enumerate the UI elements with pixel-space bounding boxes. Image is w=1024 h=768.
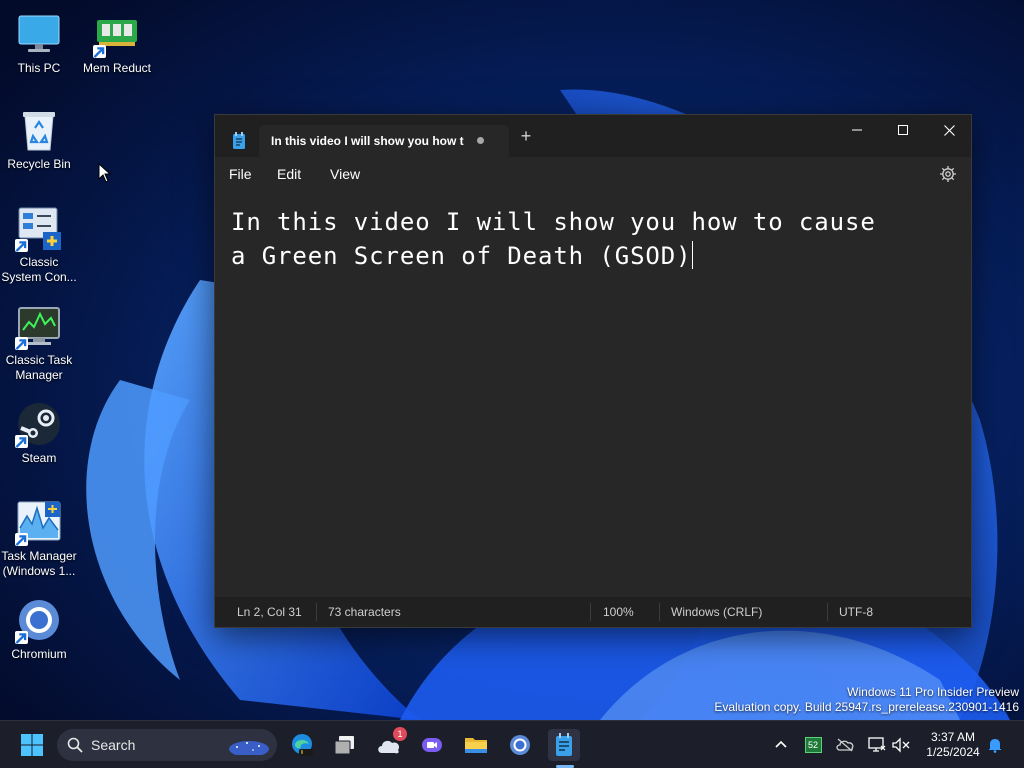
line-ending[interactable]: Windows (CRLF) — [671, 605, 762, 619]
folder-icon — [465, 738, 487, 753]
editor-line-with-caret: a Green Screen of Death (GSOD) — [231, 239, 955, 273]
desktop-icon-label: Classic System Con... — [1, 255, 77, 284]
text-editor[interactable]: In this video I will show you how to cau… — [215, 191, 971, 597]
tray-monitor-app[interactable]: 52 — [804, 736, 822, 754]
menu-bar: File Edit View — [215, 157, 971, 191]
shortcut-arrow-icon — [15, 239, 28, 252]
desktop-icon-mem-reduct[interactable]: Mem Reduct — [78, 10, 156, 76]
taskbar: Search 1 52 3:37 AM 1/25/2024 — [0, 720, 1024, 768]
shortcut-arrow-icon — [93, 45, 106, 58]
close-button[interactable] — [926, 115, 972, 145]
desktop-icon-label: Recycle Bin — [7, 157, 71, 171]
gear-icon[interactable] — [939, 165, 957, 183]
cloud-offline-icon — [836, 738, 854, 752]
encoding[interactable]: UTF-8 — [839, 605, 873, 619]
search-highlight-icon — [229, 741, 269, 755]
search-label: Search — [91, 737, 136, 753]
taskbar-search[interactable]: Search — [57, 729, 277, 761]
tray-onedrive[interactable] — [836, 736, 854, 754]
desktop-icon-task-manager-windows[interactable]: Task Manager (Windows 1... — [0, 498, 78, 579]
notepad-app-icon — [556, 733, 572, 756]
shortcut-arrow-icon — [15, 631, 28, 644]
desktop-icon-label: Classic Task Manager — [5, 353, 73, 382]
character-count: 73 characters — [328, 605, 401, 619]
status-divider — [827, 603, 828, 621]
taskbar-clock[interactable]: 3:37 AM 1/25/2024 — [918, 730, 988, 760]
mouse-cursor-icon — [98, 163, 112, 183]
desktop-icon-chromium[interactable]: Chromium — [0, 596, 78, 662]
monitor-icon — [18, 15, 60, 52]
desktop-icon-this-pc[interactable]: This PC — [0, 10, 78, 76]
status-bar: Ln 2, Col 31 73 characters 100% Windows … — [215, 597, 971, 627]
recycle-bin-icon — [23, 112, 55, 151]
tray-volume[interactable] — [892, 736, 910, 754]
shortcut-arrow-icon — [15, 337, 28, 350]
evaluation-watermark: Windows 11 Pro Insider Preview Evaluatio… — [714, 685, 1019, 715]
editor-line: a Green Screen of Death (GSOD) — [231, 242, 692, 270]
search-icon — [67, 737, 83, 753]
zoom-level[interactable]: 100% — [603, 605, 634, 619]
taskbar-weather[interactable]: 1 — [373, 727, 407, 761]
taskbar-file-explorer[interactable] — [460, 729, 492, 761]
notification-center-button[interactable] — [986, 736, 1004, 754]
clock-date: 1/25/2024 — [926, 745, 980, 759]
desktop-icon-label: Task Manager (Windows 1... — [1, 549, 77, 578]
desktop-icon-classic-system-control[interactable]: Classic System Con... — [0, 204, 78, 285]
tray-badge-icon: 52 — [804, 737, 822, 753]
taskbar-notepad[interactable] — [548, 729, 580, 761]
new-tab-button[interactable]: + — [517, 127, 535, 145]
tray-network[interactable] — [868, 736, 886, 754]
windows-logo-icon — [21, 734, 43, 756]
task-view-icon — [334, 736, 354, 755]
unsaved-dot-icon[interactable] — [477, 137, 484, 144]
desktop-icon-steam[interactable]: Steam — [0, 400, 78, 466]
maximize-button[interactable] — [880, 115, 926, 145]
desktop-icon-classic-task-manager[interactable]: Classic Task Manager — [0, 302, 78, 383]
desktop-icon-label: This PC — [17, 61, 61, 75]
minimize-icon — [852, 129, 862, 131]
chevron-up-icon — [775, 740, 787, 748]
status-divider — [659, 603, 660, 621]
shortcut-arrow-icon — [15, 533, 28, 546]
taskbar-edge-beta[interactable] — [286, 729, 318, 761]
text-caret — [692, 241, 694, 269]
watermark-build: Evaluation copy. Build 25947.rs_prerelea… — [714, 700, 1019, 714]
desktop-icon-recycle-bin[interactable]: Recycle Bin — [0, 106, 78, 172]
menu-file[interactable]: File — [229, 166, 252, 182]
show-hidden-icons-button[interactable] — [772, 736, 790, 754]
network-icon — [868, 737, 886, 752]
minimize-button[interactable] — [834, 115, 880, 145]
menu-view[interactable]: View — [330, 166, 360, 182]
cursor-position: Ln 2, Col 31 — [237, 605, 302, 619]
video-camera-icon — [422, 738, 442, 752]
editor-line: In this video I will show you how to cau… — [231, 208, 876, 236]
bell-icon — [989, 739, 1001, 753]
title-bar[interactable]: In this video I will show you how t + — [215, 115, 971, 157]
notepad-app-icon — [233, 132, 245, 149]
shortcut-arrow-icon — [15, 435, 28, 448]
notification-badge: 1 — [393, 727, 407, 741]
maximize-icon — [898, 125, 908, 135]
taskbar-chromium[interactable] — [504, 729, 536, 761]
volume-muted-icon — [892, 737, 910, 753]
notepad-window[interactable]: In this video I will show you how t + Fi… — [214, 114, 972, 628]
watermark-edition: Windows 11 Pro Insider Preview — [847, 685, 1019, 699]
tab-title: In this video I will show you how t — [271, 134, 464, 148]
edge-icon — [292, 734, 313, 756]
start-button[interactable] — [16, 729, 48, 761]
chromium-icon — [510, 735, 530, 755]
status-divider — [316, 603, 317, 621]
taskbar-meet[interactable] — [416, 729, 448, 761]
close-icon — [943, 124, 955, 136]
status-divider — [590, 603, 591, 621]
clock-time: 3:37 AM — [930, 730, 976, 744]
taskbar-task-view[interactable] — [329, 729, 361, 761]
menu-edit[interactable]: Edit — [277, 166, 301, 182]
document-tab[interactable]: In this video I will show you how t — [259, 125, 509, 157]
